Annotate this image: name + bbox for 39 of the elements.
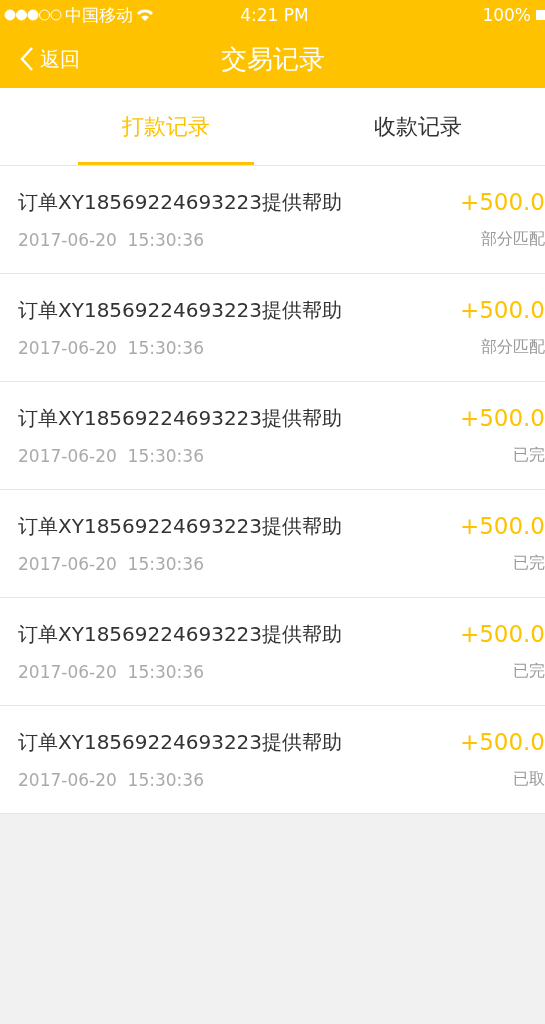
record-row[interactable]: 订单XY18569224693223提供帮助 2017-06-20 15:30:36 +500.0 已完 xyxy=(0,382,545,490)
record-title: 订单XY18569224693223提供帮助 xyxy=(18,189,343,216)
record-amount: +500.0 xyxy=(459,297,545,323)
record-title: 订单XY18569224693223提供帮助 xyxy=(18,513,343,540)
page-title: 交易记录 xyxy=(220,42,325,76)
record-amount: +500.0 xyxy=(459,729,545,755)
record-time: 2017-06-20 15:30:36 xyxy=(18,230,204,250)
record-time: 2017-06-20 15:30:36 xyxy=(18,554,204,574)
wifi-icon xyxy=(136,8,154,22)
record-row[interactable]: 订单XY18569224693223提供帮助 2017-06-20 15:30:36 +500.0 部分匹配 xyxy=(0,166,545,274)
battery-icon xyxy=(535,9,545,21)
record-amount: +500.0 xyxy=(459,405,545,431)
record-status: 已完 xyxy=(513,553,545,574)
record-amount: +500.0 xyxy=(459,189,545,215)
record-row[interactable]: 订单XY18569224693223提供帮助 2017-06-20 15:30:36 +500.0 已完 xyxy=(0,598,545,706)
record-status: 已完 xyxy=(513,661,545,682)
record-title: 订单XY18569224693223提供帮助 xyxy=(18,729,343,756)
chevron-left-icon xyxy=(20,46,34,72)
record-amount: +500.0 xyxy=(459,513,545,539)
tab[interactable]: 收款记录 xyxy=(332,88,504,165)
battery-level: 100% xyxy=(482,5,531,25)
record-status: 已完 xyxy=(513,445,545,466)
carrier-name: 中国移动 xyxy=(65,3,133,27)
record-status: 部分匹配 xyxy=(481,229,545,250)
record-time: 2017-06-20 15:30:36 xyxy=(18,770,204,790)
record-title: 订单XY18569224693223提供帮助 xyxy=(18,297,343,324)
record-time: 2017-06-20 15:30:36 xyxy=(18,662,204,682)
record-title: 订单XY18569224693223提供帮助 xyxy=(18,405,343,432)
record-row[interactable]: 订单XY18569224693223提供帮助 2017-06-20 15:30:36 +500.0 已取 xyxy=(0,706,545,814)
status-time: 4:21 PM xyxy=(240,5,309,25)
record-time: 2017-06-20 15:30:36 xyxy=(18,338,204,358)
record-title: 订单XY18569224693223提供帮助 xyxy=(18,621,343,648)
record-time: 2017-06-20 15:30:36 xyxy=(18,446,204,466)
record-row[interactable]: 订单XY18569224693223提供帮助 2017-06-20 15:30:36 +500.0 已完 xyxy=(0,490,545,598)
record-row[interactable]: 订单XY18569224693223提供帮助 2017-06-20 15:30:36 +500.0 部分匹配 xyxy=(0,274,545,382)
record-status: 已取 xyxy=(513,769,545,790)
record-amount: +500.0 xyxy=(459,621,545,647)
signal-icon xyxy=(4,9,62,21)
record-status: 部分匹配 xyxy=(481,337,545,358)
